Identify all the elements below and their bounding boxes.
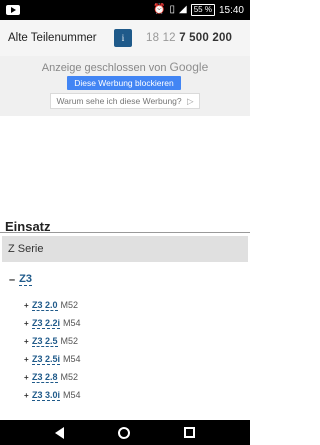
old-part-number-label: Alte Teilenummer — [8, 32, 97, 44]
google-logo: Google — [169, 60, 209, 74]
block-ad-button[interactable]: Diese Werbung blockieren — [67, 76, 181, 90]
home-icon[interactable] — [118, 426, 130, 439]
navigation-bar — [0, 420, 250, 445]
expand-icon[interactable]: + — [24, 391, 32, 400]
model-link[interactable]: Z3 2.8 — [32, 372, 58, 383]
model-group-z3[interactable]: – Z3 — [9, 273, 32, 286]
list-item: + Z3 2.0 M52 — [24, 296, 244, 314]
model-link[interactable]: Z3 2.5 — [32, 336, 58, 347]
clock: 15:40 — [218, 4, 244, 16]
status-bar: ⏰ ▯ ◢ 55 % 15:40 — [0, 0, 250, 20]
vibrate-icon: ▯ — [169, 4, 176, 15]
list-item: + Z3 3.0i M54 — [24, 386, 244, 404]
series-header[interactable]: Z Serie — [2, 236, 248, 262]
info-button[interactable]: i — [114, 29, 132, 47]
model-link[interactable]: Z3 2.5i — [32, 354, 61, 365]
section-divider — [0, 232, 250, 233]
why-this-ad-button[interactable]: Warum sehe ich diese Werbung? ▷ — [50, 93, 200, 109]
ad-closed-text: Anzeige geschlossen von Google — [41, 60, 209, 74]
recent-apps-icon[interactable] — [184, 427, 195, 438]
collapse-toggle[interactable]: – — [9, 274, 15, 286]
engine-code: M52 — [60, 336, 79, 346]
list-item: + Z3 2.5 M52 — [24, 332, 244, 350]
part-number-prefix: 18 12 — [146, 32, 176, 44]
list-item: + Z3 2.5i M54 — [24, 350, 244, 368]
engine-code: M54 — [63, 318, 81, 328]
part-number-main: 7 500 200 — [179, 32, 233, 44]
battery-indicator: 55 % — [190, 4, 215, 16]
ad-choices-icon: ▷ — [187, 96, 194, 106]
expand-icon[interactable]: + — [24, 373, 32, 382]
expand-icon[interactable]: + — [24, 355, 32, 364]
why-this-ad-label: Warum sehe ich diese Werbung? — [56, 96, 182, 106]
back-icon[interactable] — [55, 426, 64, 439]
youtube-notification-icon — [6, 5, 20, 15]
engine-code: M52 — [60, 372, 79, 382]
model-link[interactable]: Z3 2.0 — [32, 300, 58, 311]
model-group-link[interactable]: Z3 — [19, 273, 32, 286]
alarm-icon: ⏰ — [153, 4, 166, 15]
old-part-number-row: Alte Teilenummer i 18 12 7 500 200 — [0, 20, 250, 56]
engine-code: M54 — [63, 354, 81, 364]
model-list: + Z3 2.0 M52 + Z3 2.2i M54 + Z3 2.5 M52 … — [24, 296, 244, 404]
list-item: + Z3 2.2i M54 — [24, 314, 244, 332]
engine-code: M52 — [60, 300, 79, 310]
expand-icon[interactable]: + — [24, 301, 32, 310]
model-link[interactable]: Z3 3.0i — [32, 390, 61, 401]
list-item: + Z3 2.8 M52 — [24, 368, 244, 386]
engine-code: M54 — [63, 390, 81, 400]
signal-icon: ◢ — [179, 4, 187, 15]
expand-icon[interactable]: + — [24, 337, 32, 346]
ad-closed-panel: Anzeige geschlossen von Google Diese Wer… — [0, 56, 250, 116]
old-part-number: 18 12 7 500 200 — [146, 32, 232, 44]
model-link[interactable]: Z3 2.2i — [32, 318, 61, 329]
expand-icon[interactable]: + — [24, 319, 32, 328]
